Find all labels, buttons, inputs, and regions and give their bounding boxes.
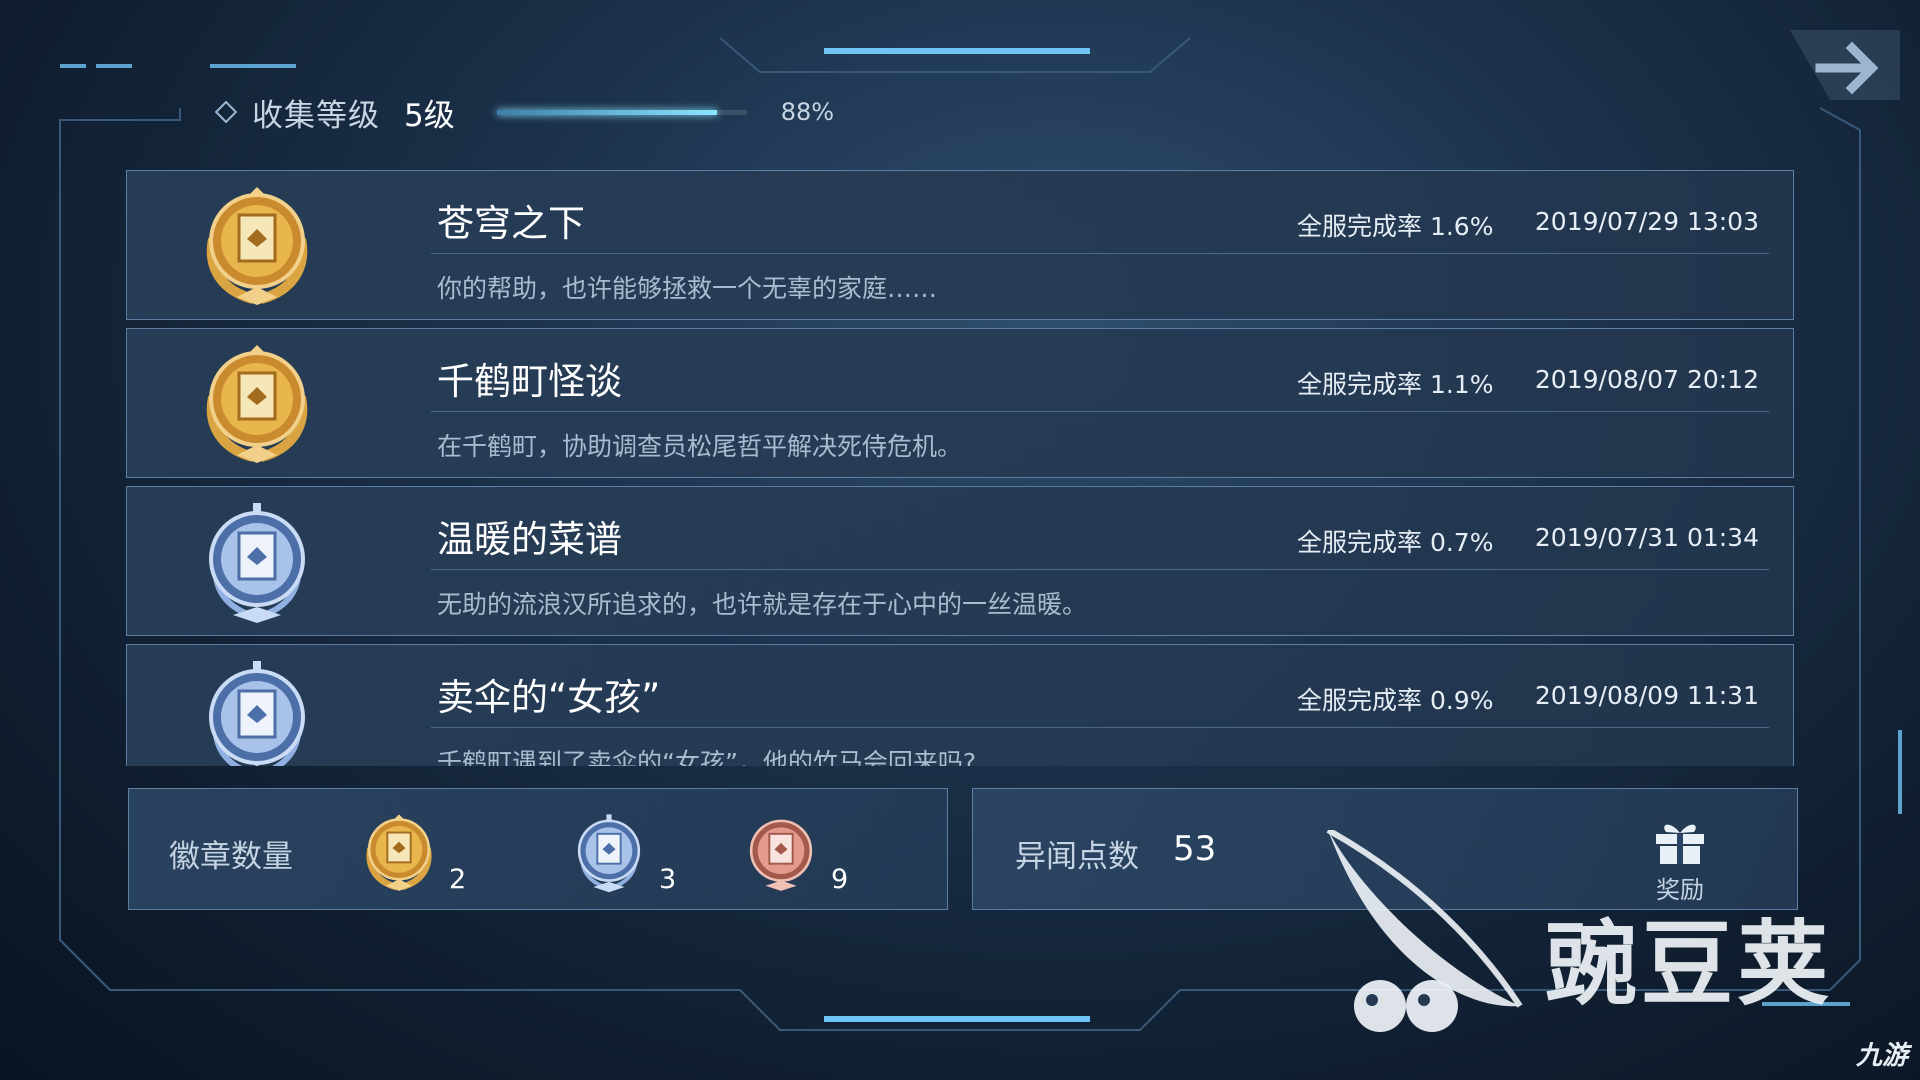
completion-rate: 全服完成率 1.6%: [1297, 212, 1494, 241]
diamond-icon: [214, 100, 238, 124]
achievement-description: 你的帮助，也许能够拯救一个无辜的家庭……: [437, 274, 938, 303]
achievement-description: 无助的流浪汉所追求的，也许就是存在于心中的一丝温暖。: [437, 590, 1088, 619]
silver-badge-icon: [577, 812, 641, 895]
completion-date: 2019/07/31 01:34: [1534, 523, 1759, 552]
completion-date: 2019/08/07 20:12: [1534, 365, 1759, 394]
achievement-title: 苍穹之下: [437, 202, 585, 245]
level-progress-fill: [496, 109, 717, 115]
bronze-badge-icon: [749, 819, 813, 893]
silver-badge-icon: [183, 653, 331, 766]
row-divider: [431, 411, 1769, 412]
corner-watermark: 九游: [1855, 1041, 1908, 1071]
gold-badge-icon: [351, 809, 447, 895]
bronze-badge-count-value: 9: [831, 864, 849, 895]
achievement-row[interactable]: 温暖的菜谱 全服完成率 0.7% 2019/07/31 01:34 无助的流浪汉…: [126, 486, 1794, 636]
badge-count-panel: 徽章数量 2 3 9: [128, 788, 948, 910]
watermark-text: 豌豆荚: [1545, 911, 1834, 1018]
silver-badge-icon: [183, 495, 331, 627]
row-divider: [431, 253, 1769, 254]
top-center-bar: [824, 48, 1090, 54]
completion-date: 2019/08/09 11:31: [1534, 681, 1759, 710]
achievement-row[interactable]: 卖伞的“女孩” 全服完成率 0.9% 2019/08/09 11:31 千鹤町遇…: [126, 644, 1794, 766]
achievement-list[interactable]: 苍穹之下 全服完成率 1.6% 2019/07/29 13:03 你的帮助，也许…: [126, 170, 1794, 766]
points-value: 53: [1173, 829, 1217, 869]
gold-badge-icon: [183, 179, 331, 311]
row-divider: [431, 727, 1769, 728]
achievement-title: 温暖的菜谱: [437, 518, 622, 561]
right-edge-bar: [1898, 730, 1902, 814]
completion-rate: 全服完成率 1.1%: [1297, 370, 1494, 399]
gold-badge-icon: [183, 337, 331, 469]
completion-rate: 全服完成率 0.9%: [1297, 686, 1494, 715]
back-arrow-icon[interactable]: [1770, 20, 1900, 110]
top-left-dash-small: [60, 64, 86, 68]
completion-rate: 全服完成率 0.7%: [1297, 528, 1494, 557]
points-label: 异闻点数: [1015, 839, 1139, 875]
collection-level-header: 收集等级 5级 88%: [214, 88, 835, 136]
achievement-row[interactable]: 苍穹之下 全服完成率 1.6% 2019/07/29 13:03 你的帮助，也许…: [126, 170, 1794, 320]
collection-level-label: 收集等级: [252, 97, 380, 134]
achievement-title: 卖伞的“女孩”: [437, 676, 661, 719]
collection-level-value: 5级: [404, 97, 455, 134]
achievement-row[interactable]: 千鹤町怪谈 全服完成率 1.1% 2019/08/07 20:12 在千鹤町，协…: [126, 328, 1794, 478]
badge-count-label: 徽章数量: [169, 839, 293, 875]
silver-badge-count-value: 3: [659, 864, 677, 895]
bronze-badge-count: 9: [733, 809, 848, 895]
row-divider: [431, 569, 1769, 570]
bottom-center-bar: [824, 1016, 1090, 1022]
top-left-dash-small-2: [96, 64, 132, 68]
gold-badge-count-value: 2: [449, 864, 467, 895]
achievement-description: 在千鹤町，协助调查员松尾哲平解决死侍危机。: [437, 432, 963, 461]
completion-date: 2019/07/29 13:03: [1534, 207, 1759, 236]
level-progress-bar: [496, 109, 747, 115]
gold-badge-count: 2: [351, 809, 466, 895]
level-progress-text: 88%: [780, 98, 835, 126]
achievement-description: 千鹤町遇到了卖伞的“女孩”，他的竹马会回来吗?: [437, 748, 977, 766]
achievement-title: 千鹤町怪谈: [437, 360, 622, 403]
silver-badge-count: 3: [561, 809, 676, 895]
top-left-dash: [210, 64, 296, 68]
